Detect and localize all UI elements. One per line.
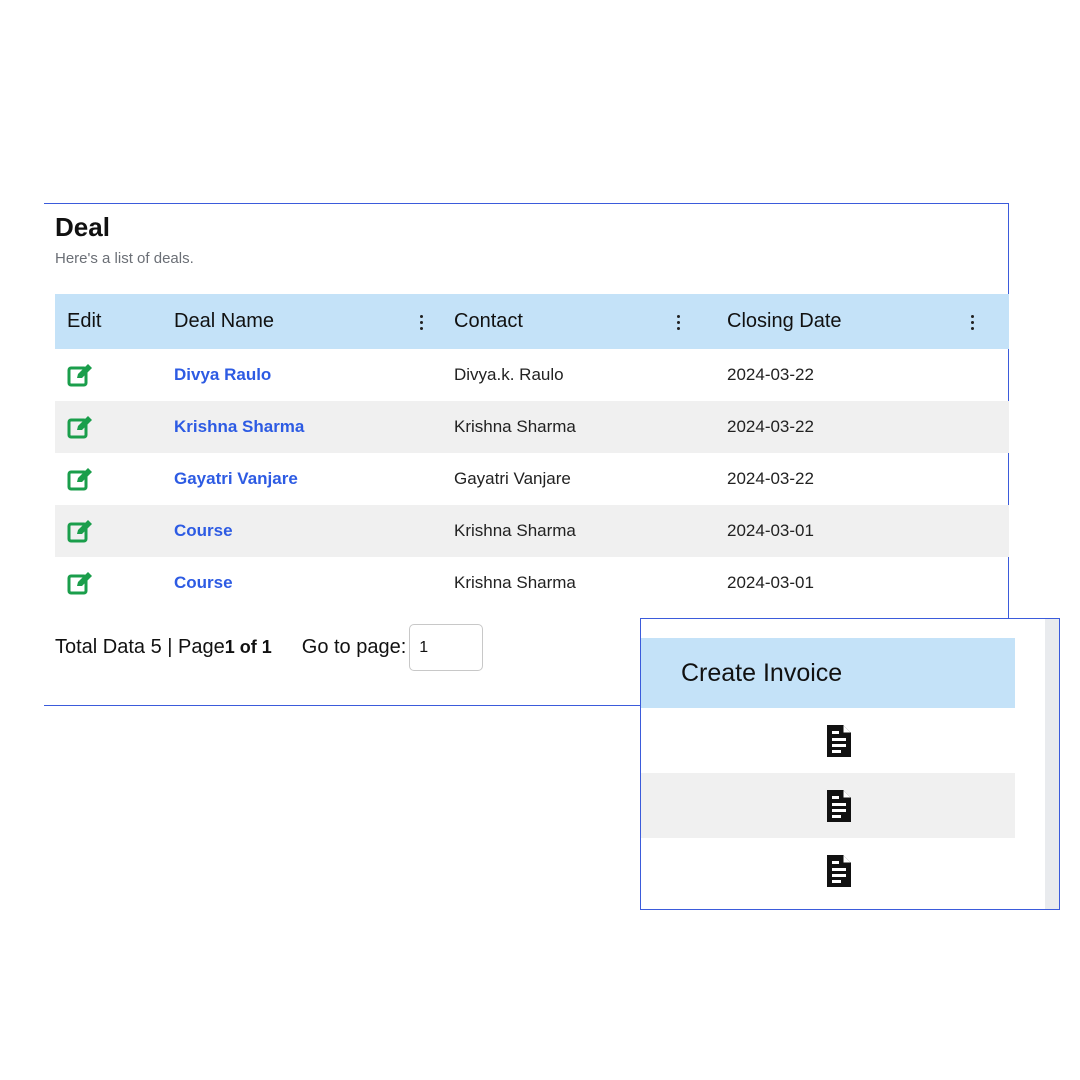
contact-cell: Krishna Sharma xyxy=(454,417,576,436)
table-row: Gayatri Vanjare Gayatri Vanjare 2024-03-… xyxy=(55,453,1009,505)
deal-name-link[interactable]: Course xyxy=(161,573,442,593)
table-row: Divya Raulo Divya.k. Raulo 2024-03-22 xyxy=(55,349,1009,401)
document-icon[interactable] xyxy=(826,854,852,888)
page-title: Deal xyxy=(55,212,110,242)
edit-icon[interactable] xyxy=(67,467,93,491)
closing-date-cell: 2024-03-22 xyxy=(727,417,814,436)
closing-date-cell: 2024-03-22 xyxy=(727,469,814,488)
column-header-edit: Edit xyxy=(55,294,161,349)
column-header-label: Deal Name xyxy=(174,310,275,332)
column-header-label: Contact xyxy=(454,310,523,332)
pagination-summary: Total Data 5 | Page xyxy=(55,636,225,658)
closing-date-cell: 2024-03-01 xyxy=(727,573,814,592)
invoice-row xyxy=(641,773,1015,838)
create-invoice-panel: Create Invoice xyxy=(640,618,1060,910)
goto-page-label: Go to page: xyxy=(301,636,407,658)
deal-name-link[interactable]: Krishna Sharma xyxy=(161,417,442,437)
column-header-closing-date[interactable]: Closing Date xyxy=(714,294,1009,349)
edit-icon[interactable] xyxy=(67,571,93,595)
column-header-label: Edit xyxy=(67,310,102,332)
edit-cell xyxy=(55,467,161,491)
pagination: Total Data 5 | Page 1 of 1 Go to page: xyxy=(55,624,484,671)
goto-page-input[interactable] xyxy=(409,624,484,671)
document-icon[interactable] xyxy=(826,724,852,758)
column-header-deal-name[interactable]: Deal Name xyxy=(161,294,442,349)
edit-cell xyxy=(55,363,161,387)
deal-name-link[interactable]: Divya Raulo xyxy=(161,365,442,385)
deal-name-link[interactable]: Course xyxy=(161,521,442,541)
contact-cell: Krishna Sharma xyxy=(454,521,576,540)
closing-date-cell: 2024-03-01 xyxy=(727,521,814,540)
edit-icon[interactable] xyxy=(67,363,93,387)
contact-cell: Krishna Sharma xyxy=(454,573,576,592)
edit-cell xyxy=(55,571,161,595)
table-header: Edit Deal Name Contact Closing Date xyxy=(55,294,1009,349)
edit-cell xyxy=(55,415,161,439)
contact-cell: Gayatri Vanjare xyxy=(454,469,571,488)
kebab-menu-icon[interactable] xyxy=(668,311,688,333)
page-subtitle: Here's a list of deals. xyxy=(55,250,194,267)
kebab-menu-icon[interactable] xyxy=(962,311,982,333)
pagination-page-of: 1 of 1 xyxy=(224,637,272,657)
column-header-contact[interactable]: Contact xyxy=(442,294,714,349)
edit-icon[interactable] xyxy=(67,415,93,439)
closing-date-cell: 2024-03-22 xyxy=(727,365,814,384)
table-row: Krishna Sharma Krishna Sharma 2024-03-22 xyxy=(55,401,1009,453)
invoice-row xyxy=(641,838,1015,903)
table-body: Divya Raulo Divya.k. Raulo 2024-03-22 Kr… xyxy=(55,349,1009,609)
kebab-menu-icon[interactable] xyxy=(411,311,431,333)
deals-table: Edit Deal Name Contact Closing Date Divy… xyxy=(55,294,1009,609)
edit-cell xyxy=(55,519,161,543)
column-header-label: Closing Date xyxy=(727,310,842,332)
edit-icon[interactable] xyxy=(67,519,93,543)
create-invoice-header: Create Invoice xyxy=(641,638,1015,708)
document-icon[interactable] xyxy=(826,789,852,823)
invoice-row xyxy=(641,708,1015,773)
table-row: Course Krishna Sharma 2024-03-01 xyxy=(55,505,1009,557)
contact-cell: Divya.k. Raulo xyxy=(454,365,564,384)
deal-name-link[interactable]: Gayatri Vanjare xyxy=(161,469,442,489)
scrollbar-track[interactable] xyxy=(1045,619,1059,909)
table-row: Course Krishna Sharma 2024-03-01 xyxy=(55,557,1009,609)
